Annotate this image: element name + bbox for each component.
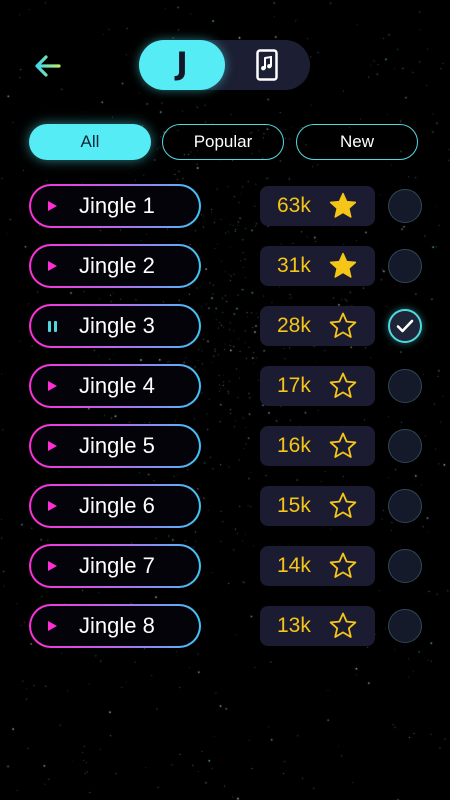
jingle-name: Jingle 1 bbox=[79, 193, 155, 218]
jingle-name: Jingle 5 bbox=[79, 433, 155, 458]
download-count: 15k bbox=[277, 494, 311, 517]
tab-all[interactable]: All bbox=[29, 124, 151, 160]
popularity-box: 63k bbox=[260, 186, 375, 226]
list-item: Jingle 2 31k bbox=[0, 244, 450, 288]
star-filled-icon[interactable] bbox=[328, 251, 358, 281]
jingle-name: Jingle 4 bbox=[79, 373, 155, 398]
list-item: Jingle 1 63k bbox=[0, 184, 450, 228]
popularity-box: 17k bbox=[260, 366, 375, 406]
jingle-mode-label: J bbox=[176, 45, 188, 82]
select-checkbox[interactable] bbox=[388, 609, 422, 643]
popularity-box: 31k bbox=[260, 246, 375, 286]
play-pause-icon-wrap bbox=[45, 439, 59, 453]
select-checkbox[interactable] bbox=[388, 549, 422, 583]
tab-popular-label: Popular bbox=[193, 132, 253, 151]
list-item: Jingle 5 16k bbox=[0, 424, 450, 468]
play-button[interactable]: Jingle 2 bbox=[29, 244, 201, 288]
play-pause-icon-wrap bbox=[45, 559, 59, 573]
jingle-name: Jingle 2 bbox=[79, 253, 155, 278]
select-checkbox[interactable] bbox=[388, 189, 422, 223]
select-checkbox[interactable] bbox=[388, 429, 422, 463]
jingle-name: Jingle 3 bbox=[79, 313, 155, 338]
play-button[interactable]: Jingle 4 bbox=[29, 364, 201, 408]
play-button-body: Jingle 6 bbox=[31, 486, 199, 526]
play-button-body: Jingle 3 bbox=[31, 306, 199, 346]
download-count: 31k bbox=[277, 254, 311, 277]
star-outline-icon[interactable] bbox=[328, 311, 358, 341]
play-button-body: Jingle 2 bbox=[31, 246, 199, 286]
phone-music-icon bbox=[256, 49, 278, 81]
popularity-box: 28k bbox=[260, 306, 375, 346]
jingle-name: Jingle 7 bbox=[79, 553, 155, 578]
tab-popular[interactable]: Popular bbox=[162, 124, 284, 160]
star-outline-icon[interactable] bbox=[328, 371, 358, 401]
check-icon bbox=[396, 319, 414, 333]
play-button[interactable]: Jingle 8 bbox=[29, 604, 201, 648]
list-item: Jingle 6 15k bbox=[0, 484, 450, 528]
select-checkbox[interactable] bbox=[388, 249, 422, 283]
jingle-name: Jingle 8 bbox=[79, 613, 155, 638]
star-outline-icon[interactable] bbox=[328, 431, 358, 461]
star-outline-icon[interactable] bbox=[328, 551, 358, 581]
play-icon bbox=[47, 561, 57, 571]
download-count: 17k bbox=[277, 374, 311, 397]
select-checkbox[interactable] bbox=[388, 309, 422, 343]
play-pause-icon-wrap bbox=[45, 619, 59, 633]
play-button-body: Jingle 4 bbox=[31, 366, 199, 406]
play-pause-icon-wrap bbox=[45, 199, 59, 213]
popularity-box: 16k bbox=[260, 426, 375, 466]
play-pause-icon-wrap bbox=[45, 319, 59, 333]
download-count: 63k bbox=[277, 194, 311, 217]
play-button[interactable]: Jingle 6 bbox=[29, 484, 201, 528]
play-pause-icon-wrap bbox=[45, 379, 59, 393]
list-item: Jingle 3 28k bbox=[0, 304, 450, 348]
list-item: Jingle 4 17k bbox=[0, 364, 450, 408]
list-item: Jingle 8 13k bbox=[0, 604, 450, 648]
popularity-box: 14k bbox=[260, 546, 375, 586]
play-icon bbox=[47, 441, 57, 451]
popularity-box: 13k bbox=[260, 606, 375, 646]
arrow-left-icon bbox=[35, 55, 61, 77]
download-count: 28k bbox=[277, 314, 311, 337]
star-filled-icon[interactable] bbox=[328, 191, 358, 221]
play-button[interactable]: Jingle 3 bbox=[29, 304, 201, 348]
back-button[interactable] bbox=[28, 50, 68, 82]
play-button-body: Jingle 5 bbox=[31, 426, 199, 466]
jingle-mode-button[interactable]: J bbox=[139, 40, 225, 90]
ringtone-mode-button[interactable] bbox=[224, 40, 310, 90]
play-icon bbox=[47, 501, 57, 511]
list-item: Jingle 7 14k bbox=[0, 544, 450, 588]
download-count: 16k bbox=[277, 434, 311, 457]
star-outline-icon[interactable] bbox=[328, 611, 358, 641]
play-button[interactable]: Jingle 5 bbox=[29, 424, 201, 468]
tab-new[interactable]: New bbox=[296, 124, 418, 160]
star-outline-icon[interactable] bbox=[328, 491, 358, 521]
download-count: 14k bbox=[277, 554, 311, 577]
play-pause-icon-wrap bbox=[45, 499, 59, 513]
pause-icon bbox=[47, 320, 57, 332]
play-icon bbox=[47, 621, 57, 631]
download-count: 13k bbox=[277, 614, 311, 637]
popularity-box: 15k bbox=[260, 486, 375, 526]
mode-toggle: J bbox=[139, 40, 310, 90]
play-button[interactable]: Jingle 7 bbox=[29, 544, 201, 588]
tab-all-label: All bbox=[80, 132, 100, 151]
select-checkbox[interactable] bbox=[388, 369, 422, 403]
play-pause-icon-wrap bbox=[45, 259, 59, 273]
play-button-body: Jingle 1 bbox=[31, 186, 199, 226]
tab-new-label: New bbox=[339, 132, 374, 151]
play-button-body: Jingle 7 bbox=[31, 546, 199, 586]
play-button[interactable]: Jingle 1 bbox=[29, 184, 201, 228]
select-checkbox[interactable] bbox=[388, 489, 422, 523]
play-icon bbox=[47, 381, 57, 391]
play-button-body: Jingle 8 bbox=[31, 606, 199, 646]
play-icon bbox=[47, 261, 57, 271]
play-icon bbox=[47, 201, 57, 211]
jingle-name: Jingle 6 bbox=[79, 493, 155, 518]
